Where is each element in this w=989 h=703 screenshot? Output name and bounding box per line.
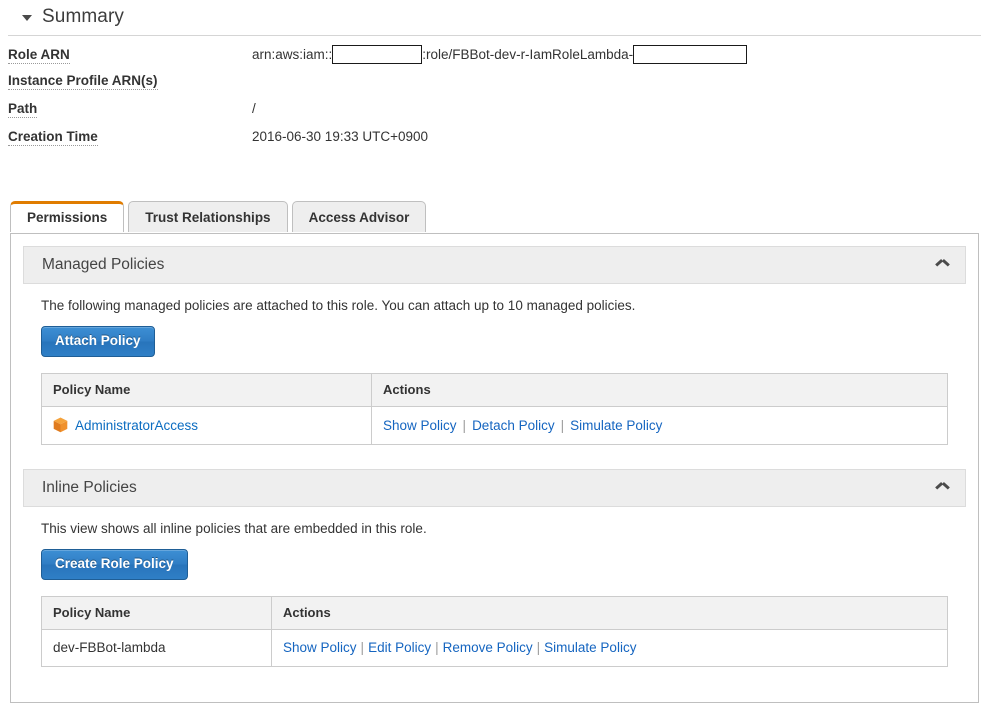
- table-row: AdministratorAccess Show Policy | Detach P…: [41, 406, 948, 445]
- role-arn-prefix: arn:aws:iam::: [252, 47, 333, 62]
- show-policy-link[interactable]: Show Policy: [383, 418, 457, 433]
- tab-trust-relationships[interactable]: Trust Relationships: [128, 201, 288, 232]
- tab-permissions[interactable]: Permissions: [10, 201, 125, 233]
- policy-name-link[interactable]: AdministratorAccess: [75, 418, 198, 433]
- column-actions: Actions: [371, 373, 948, 407]
- action-separator: |: [536, 640, 541, 655]
- role-arn-middle: :role/FBBot-dev-r-IamRoleLambda-: [422, 47, 634, 62]
- label-creation-time: Creation Time: [8, 129, 98, 146]
- tab-bar: Permissions Trust Relationships Access A…: [0, 201, 989, 233]
- inline-policies-description: This view shows all inline policies that…: [41, 521, 427, 536]
- redacted-account-id: [332, 45, 423, 64]
- value-creation-time: 2016-06-30 19:33 UTC+0900: [252, 129, 429, 144]
- value-role-arn: arn:aws:iam:: :role/FBBot-dev-r-IamRoleL…: [252, 45, 748, 64]
- caret-down-icon: [22, 15, 32, 21]
- label-instance-profile-arn: Instance Profile ARN(s): [8, 73, 158, 90]
- simulate-policy-link[interactable]: Simulate Policy: [570, 418, 662, 433]
- label-role-arn: Role ARN: [8, 47, 70, 64]
- policy-cube-icon: [53, 417, 68, 433]
- managed-policies-header[interactable]: Managed Policies: [23, 246, 966, 284]
- action-separator: |: [560, 417, 565, 433]
- action-separator: |: [435, 640, 439, 655]
- column-policy-name: Policy Name: [41, 596, 272, 630]
- action-separator: |: [360, 640, 365, 655]
- action-separator: |: [462, 417, 467, 433]
- tab-access-advisor[interactable]: Access Advisor: [291, 201, 427, 232]
- attach-policy-button[interactable]: Attach Policy: [41, 326, 155, 357]
- summary-details: Role ARN arn:aws:iam:: :role/FBBot-dev-r…: [0, 36, 989, 157]
- show-policy-link[interactable]: Show Policy: [283, 640, 357, 655]
- inline-policies-header[interactable]: Inline Policies: [23, 469, 966, 507]
- chevron-up-icon[interactable]: [936, 261, 949, 269]
- summary-header[interactable]: Summary: [8, 0, 981, 36]
- cell-actions: Show Policy | Detach Policy | Simulate Polic…: [371, 406, 948, 445]
- cell-policy-name: AdministratorAccess: [41, 406, 372, 445]
- managed-policies-section: Managed Policies The following managed p…: [23, 246, 966, 445]
- table-row: dev-FBBot-lambda Show Policy | Edit Policy…: [41, 629, 948, 667]
- detach-policy-link[interactable]: Detach Policy: [472, 418, 555, 433]
- value-path: /: [252, 101, 256, 116]
- page-title: Summary: [42, 6, 124, 27]
- permissions-tab-panel: Managed Policies The following managed p…: [10, 233, 979, 703]
- managed-policies-table: Policy Name Actions AdministratorAccess …: [41, 373, 948, 445]
- redacted-role-suffix: [633, 45, 748, 64]
- simulate-policy-link[interactable]: Simulate Policy: [544, 640, 636, 655]
- column-actions: Actions: [271, 596, 948, 630]
- table-header-row: Policy Name Actions: [41, 373, 948, 407]
- cell-policy-name: dev-FBBot-lambda: [41, 629, 272, 667]
- summary-row-creation-time: Creation Time 2016-06-30 19:33 UTC+0900: [0, 129, 989, 157]
- column-policy-name: Policy Name: [41, 373, 372, 407]
- inline-policies-table: Policy Name Actions dev-FBBot-lambda Sho…: [41, 596, 948, 667]
- managed-policies-title: Managed Policies: [42, 255, 165, 273]
- edit-policy-link[interactable]: Edit Policy: [368, 640, 431, 655]
- remove-policy-link[interactable]: Remove Policy: [443, 640, 533, 655]
- inline-policies-title: Inline Policies: [42, 478, 137, 496]
- create-role-policy-button[interactable]: Create Role Policy: [41, 549, 188, 580]
- summary-row-role-arn: Role ARN arn:aws:iam:: :role/FBBot-dev-r…: [0, 45, 989, 73]
- managed-policies-description: The following managed policies are attac…: [41, 298, 636, 313]
- summary-row-path: Path /: [0, 101, 989, 129]
- label-path: Path: [8, 101, 38, 118]
- chevron-up-icon[interactable]: [936, 484, 949, 492]
- inline-policies-section: Inline Policies This view shows all inli…: [23, 469, 966, 667]
- table-header-row: Policy Name Actions: [41, 596, 948, 630]
- summary-row-instance-profile-arn: Instance Profile ARN(s): [0, 73, 989, 101]
- cell-actions: Show Policy | Edit Policy | Remove Policy | Si…: [271, 629, 948, 667]
